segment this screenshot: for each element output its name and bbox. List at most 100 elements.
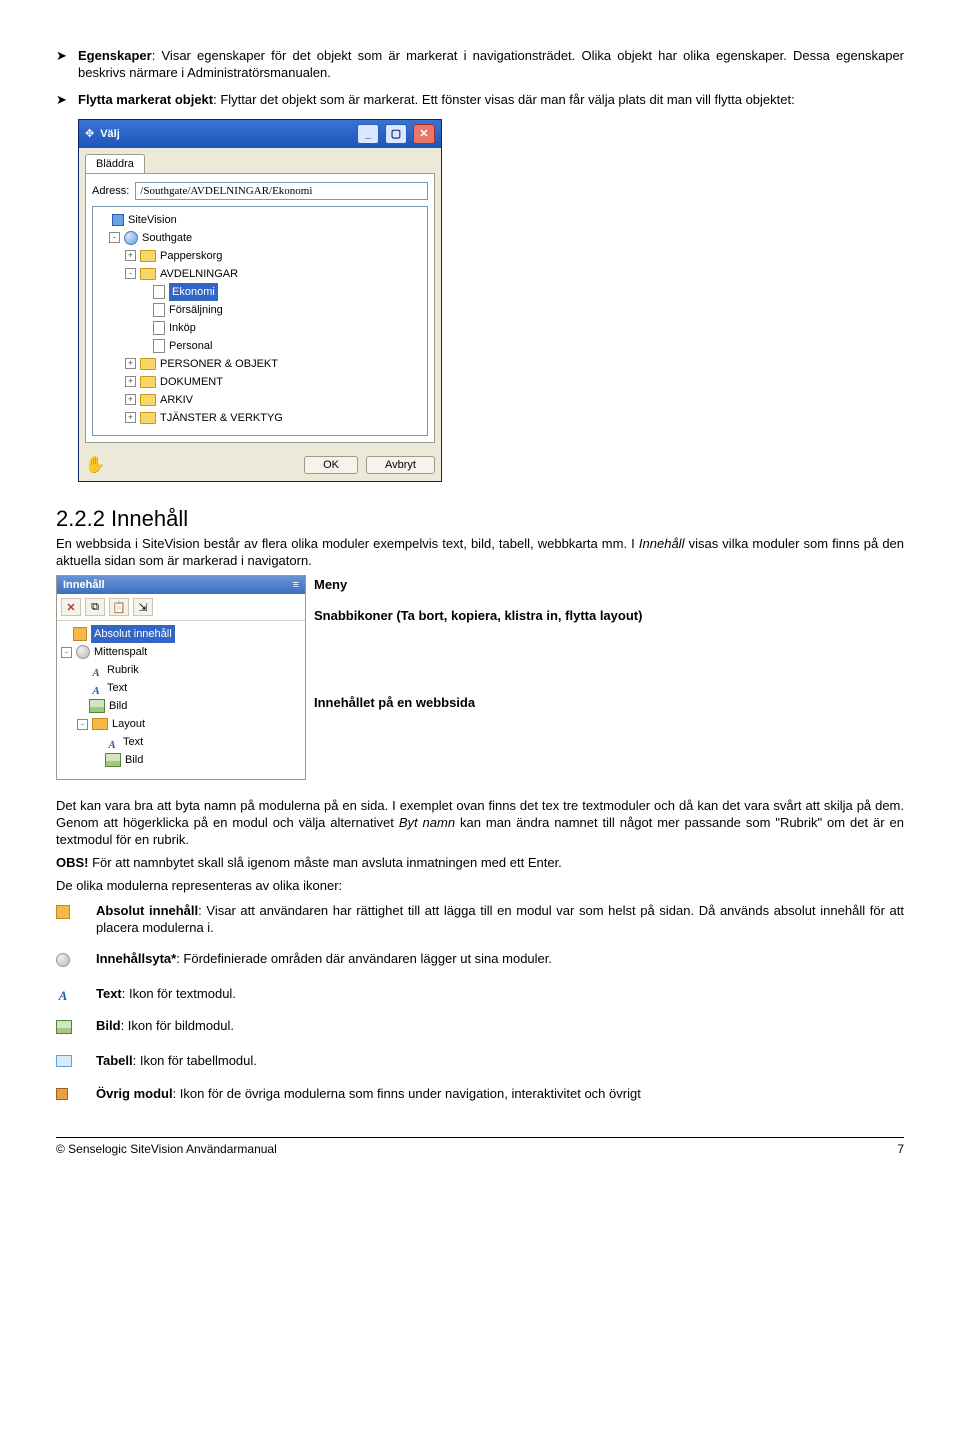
bullet-flytta: ➤ Flytta markerat objekt: Flyttar det ob…: [56, 92, 904, 109]
menu-icon[interactable]: ≡: [293, 579, 299, 591]
layout-icon: [92, 718, 108, 730]
tree-node[interactable]: +TJÄNSTER & VERKTYG: [95, 409, 425, 427]
folder-icon: [140, 250, 156, 262]
paste-button[interactable]: 📋: [109, 598, 129, 616]
rename-paragraph: Det kan vara bra att byta namn på module…: [56, 798, 904, 849]
tree-node[interactable]: -Southgate: [95, 229, 425, 247]
collapse-icon[interactable]: -: [109, 232, 120, 243]
tree-node[interactable]: +PERSONER & OBJEKT: [95, 355, 425, 373]
dialog-body: Adress: SiteVision -Southgate +Pappersko…: [85, 173, 435, 443]
obs-label: OBS!: [56, 855, 89, 870]
folder-tree[interactable]: SiteVision -Southgate +Papperskorg -AVDE…: [92, 206, 428, 436]
legend-row-bild: Bild: Ikon för bildmodul.: [56, 1018, 904, 1039]
dialog-footer: ✋ OK Avbryt: [79, 449, 441, 481]
panel-toolbar: ✕ ⧉ 📋 ⇲: [57, 594, 305, 621]
legend-row-innehallsyta: Innehållsyta*: Fördefinierade områden dä…: [56, 951, 904, 972]
section-intro: En webbsida i SiteVision består av flera…: [56, 536, 904, 570]
page-footer: © Senselogic SiteVision Användarmanual 7: [56, 1137, 904, 1156]
expand-icon[interactable]: +: [125, 412, 136, 423]
tree-node-selected[interactable]: Ekonomi: [95, 283, 425, 301]
expand-icon[interactable]: +: [125, 358, 136, 369]
app-icon: ✥: [85, 127, 94, 140]
legend-row-absolut: Absolut innehåll: Visar att användaren h…: [56, 903, 904, 937]
bullet-body: Flytta markerat objekt: Flyttar det obje…: [78, 92, 904, 109]
absolute-content-icon: [56, 905, 70, 919]
tree-node[interactable]: ARubrik: [59, 661, 303, 679]
page-icon: [153, 285, 165, 299]
innehall-panel: Innehåll ≡ ✕ ⧉ 📋 ⇲ Absolut innehåll -Mit…: [56, 575, 306, 780]
tree-node[interactable]: -AVDELNINGAR: [95, 265, 425, 283]
minimize-button[interactable]: _: [357, 124, 379, 144]
image-icon: [105, 753, 121, 767]
callout-meny: Meny: [314, 577, 904, 592]
legend-row-tabell: Tabell: Ikon för tabellmodul.: [56, 1053, 904, 1072]
panel-title: Innehåll: [63, 579, 105, 591]
tree-node[interactable]: Inköp: [95, 319, 425, 337]
tree-node[interactable]: Försäljning: [95, 301, 425, 319]
panel-tree[interactable]: Absolut innehåll -Mittenspalt ARubrik AT…: [57, 621, 305, 779]
table-icon: [56, 1055, 72, 1067]
content-area-icon: [76, 645, 90, 659]
cancel-button[interactable]: Avbryt: [366, 456, 435, 474]
close-button[interactable]: ✕: [413, 124, 435, 144]
page-icon: [153, 321, 165, 335]
legend-row-ovrig: Övrig modul: Ikon för de övriga modulern…: [56, 1086, 904, 1105]
tree-node[interactable]: AText: [59, 733, 303, 751]
collapse-icon[interactable]: -: [77, 719, 88, 730]
bullet-marker-icon: ➤: [56, 48, 78, 82]
other-module-icon: [56, 1088, 68, 1100]
address-input[interactable]: [135, 182, 428, 200]
tree-node[interactable]: SiteVision: [95, 211, 425, 229]
tab-bladdra[interactable]: Bläddra: [85, 154, 145, 173]
tree-node[interactable]: -Layout: [59, 715, 303, 733]
delete-button[interactable]: ✕: [61, 598, 81, 616]
expand-icon[interactable]: +: [125, 394, 136, 405]
tree-node[interactable]: -Mittenspalt: [59, 643, 303, 661]
bullet-egenskaper: ➤ Egenskaper: Visar egenskaper för det o…: [56, 48, 904, 82]
ok-button[interactable]: OK: [304, 456, 358, 474]
tabstrip: Bläddra: [79, 148, 441, 173]
sitevision-icon: [112, 214, 124, 226]
tree-node[interactable]: +ARKIV: [95, 391, 425, 409]
maximize-button[interactable]: ▢: [385, 124, 407, 144]
bullet-body: Egenskaper: Visar egenskaper för det obj…: [78, 48, 904, 82]
move-button[interactable]: ⇲: [133, 598, 153, 616]
tree-node[interactable]: Personal: [95, 337, 425, 355]
legend-row-text: A Text: Ikon för textmodul.: [56, 986, 904, 1005]
footer-copyright: © Senselogic SiteVision Användarmanual: [56, 1142, 277, 1156]
bullet-marker-icon: ➤: [56, 92, 78, 109]
section-heading: 2.2.2 Innehåll: [56, 506, 904, 532]
image-icon: [89, 699, 105, 713]
valj-dialog: ✥ Välj _ ▢ ✕ Bläddra Adress: SiteVision …: [78, 119, 442, 482]
icons-intro: De olika modulerna representeras av olik…: [56, 878, 904, 895]
globe-icon: [124, 231, 138, 245]
tree-node[interactable]: Bild: [59, 751, 303, 769]
callouts: Meny Snabbikoner (Ta bort, kopiera, klis…: [314, 575, 904, 726]
tree-node[interactable]: +Papperskorg: [95, 247, 425, 265]
tree-node[interactable]: Absolut innehåll: [59, 625, 303, 643]
obs-paragraph: OBS! För att namnbytet skall slå igenom …: [56, 855, 904, 872]
tree-node[interactable]: +DOKUMENT: [95, 373, 425, 391]
address-label: Adress:: [92, 185, 129, 197]
hand-icon: ✋: [85, 455, 105, 475]
text-icon: A: [105, 736, 119, 748]
tree-node[interactable]: Bild: [59, 697, 303, 715]
copy-button[interactable]: ⧉: [85, 598, 105, 616]
expand-icon[interactable]: +: [125, 376, 136, 387]
text-icon: A: [89, 682, 103, 694]
collapse-icon[interactable]: -: [125, 268, 136, 279]
tree-node[interactable]: AText: [59, 679, 303, 697]
collapse-icon[interactable]: -: [61, 647, 72, 658]
folder-icon: [140, 412, 156, 424]
image-icon: [56, 1020, 72, 1034]
panel-header[interactable]: Innehåll ≡: [57, 576, 305, 594]
expand-icon[interactable]: +: [125, 250, 136, 261]
window-title: Välj: [100, 128, 351, 140]
folder-icon: [140, 376, 156, 388]
page-icon: [153, 339, 165, 353]
titlebar[interactable]: ✥ Välj _ ▢ ✕: [79, 120, 441, 148]
callout-innehallet: Innehållet på en webbsida: [314, 695, 904, 710]
panel-and-callouts: Innehåll ≡ ✕ ⧉ 📋 ⇲ Absolut innehåll -Mit…: [56, 575, 904, 780]
bullet-bold: Egenskaper: [78, 48, 152, 63]
icon-legend: Absolut innehåll: Visar att användaren h…: [56, 903, 904, 1105]
